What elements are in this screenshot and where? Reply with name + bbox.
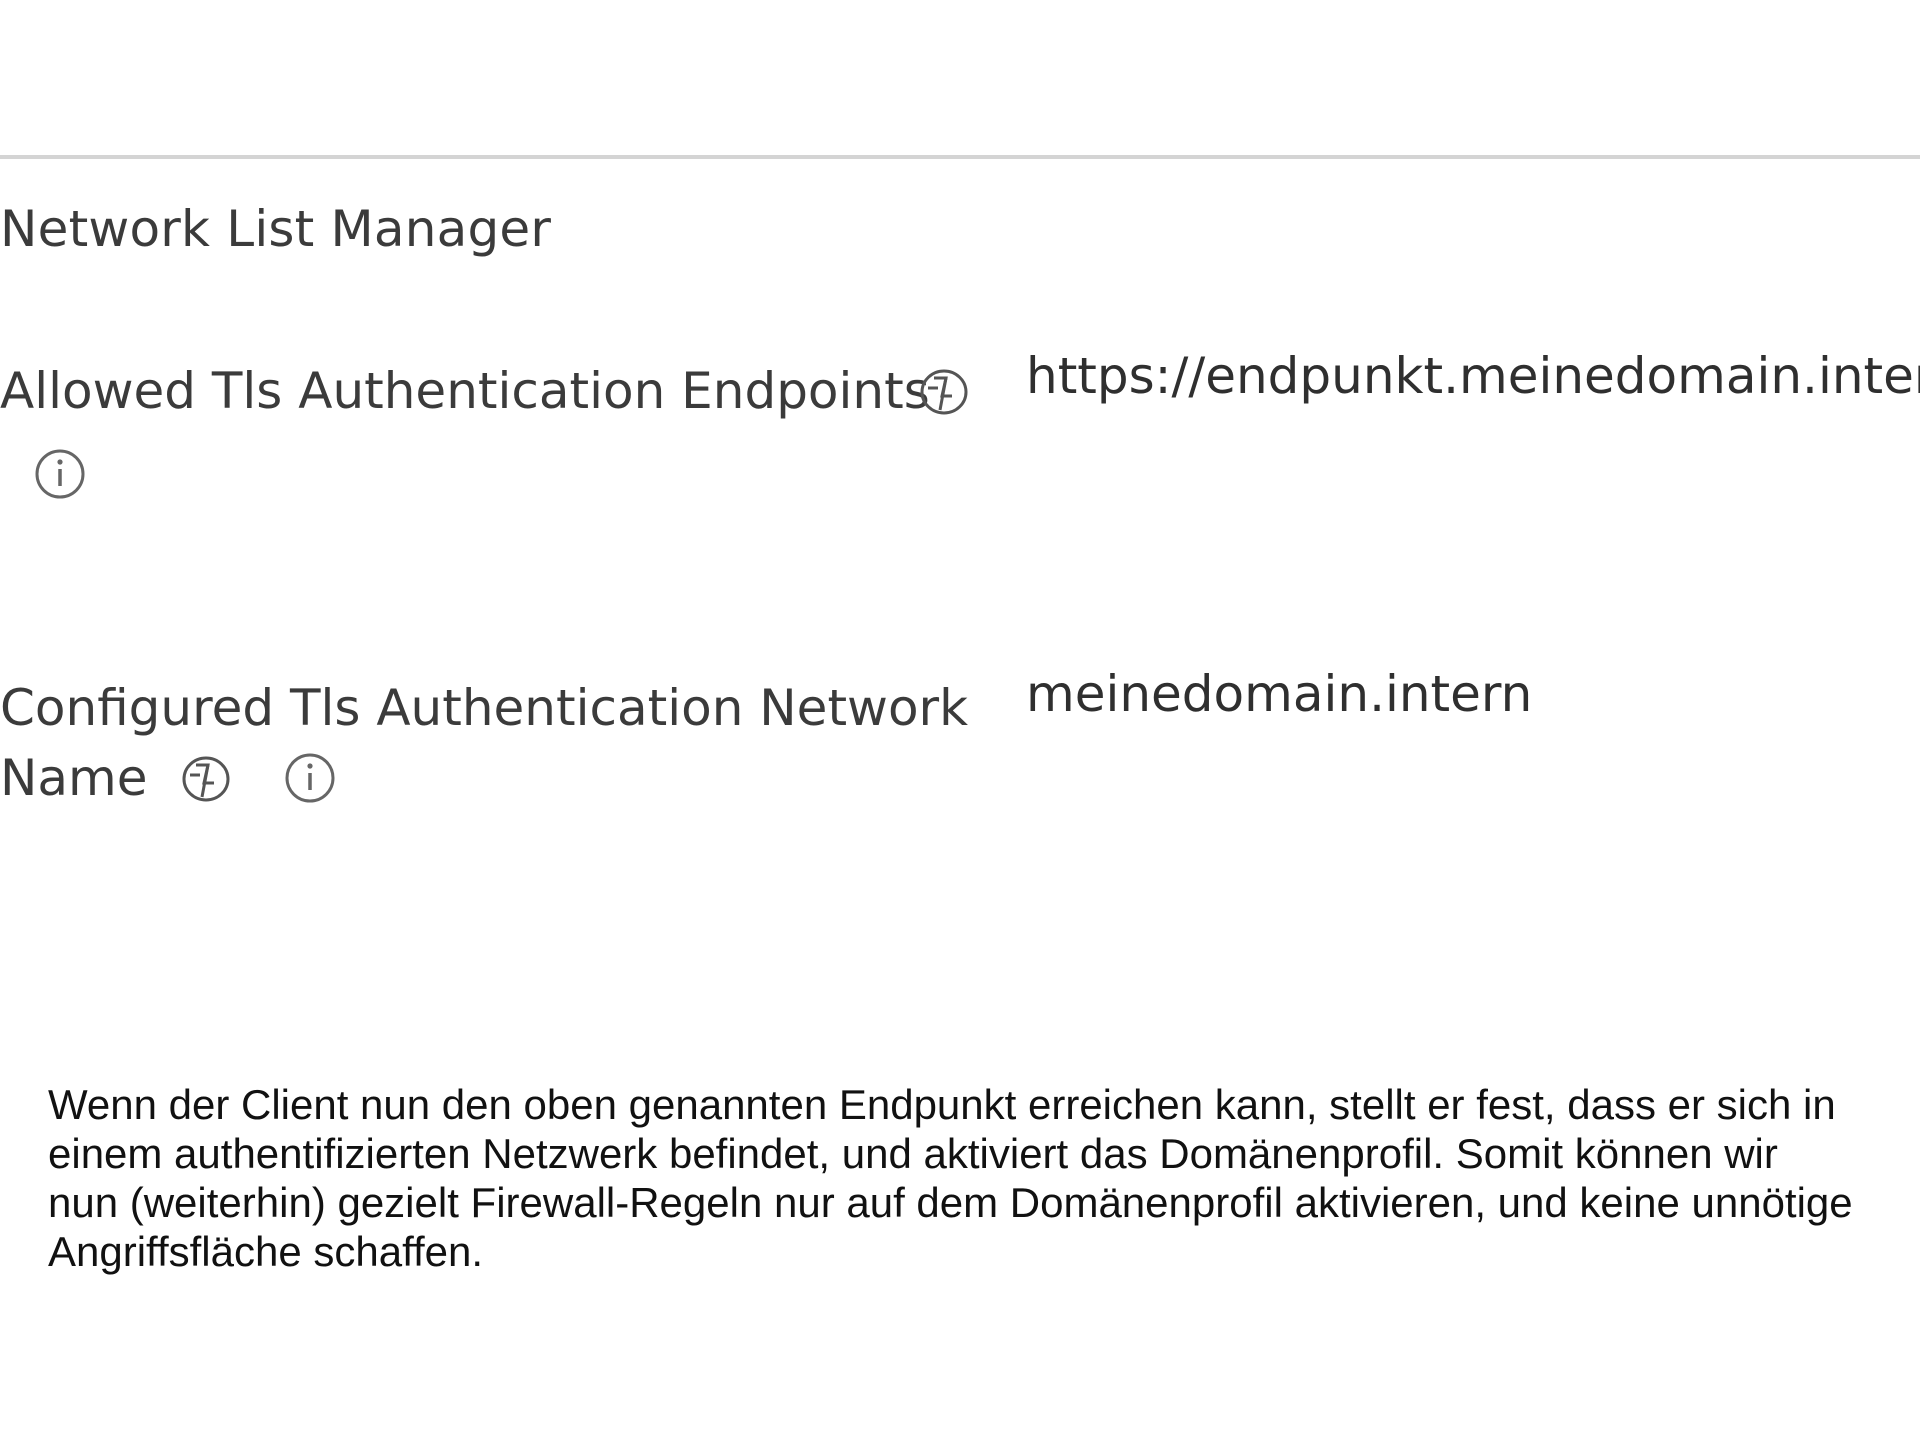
- setting-label-tls-network-name: Configured Tls Authentication Network: [0, 679, 969, 737]
- paragraph-line: einem authentifizierten Netzwerk befinde…: [48, 1130, 1778, 1177]
- setting-label-allowed-tls-endpoints: Allowed Tls Authentication Endpoints: [0, 362, 930, 420]
- paragraph-line: nun (weiterhin) gezielt Firewall-Regeln …: [48, 1179, 1853, 1226]
- csp-policy-icon: [916, 366, 972, 418]
- setting-value-tls-network-name: meinedomain.intern: [1026, 665, 1533, 723]
- csp-policy-icon: [178, 753, 234, 805]
- info-icon[interactable]: [283, 751, 337, 805]
- setting-value-allowed-tls-endpoints: https://endpunkt.meinedomain.intern: [1026, 347, 1920, 405]
- explanation-paragraph: Wenn der Client nun den oben genannten E…: [48, 1080, 1920, 1276]
- info-icon[interactable]: [33, 447, 87, 501]
- paragraph-line: Wenn der Client nun den oben genannten E…: [48, 1081, 1836, 1128]
- section-divider: [0, 155, 1920, 159]
- setting-label-tls-network-name-cont: Name: [0, 749, 148, 807]
- section-title: Network List Manager: [0, 200, 552, 258]
- paragraph-line: Angriffsfläche schaffen.: [48, 1228, 484, 1275]
